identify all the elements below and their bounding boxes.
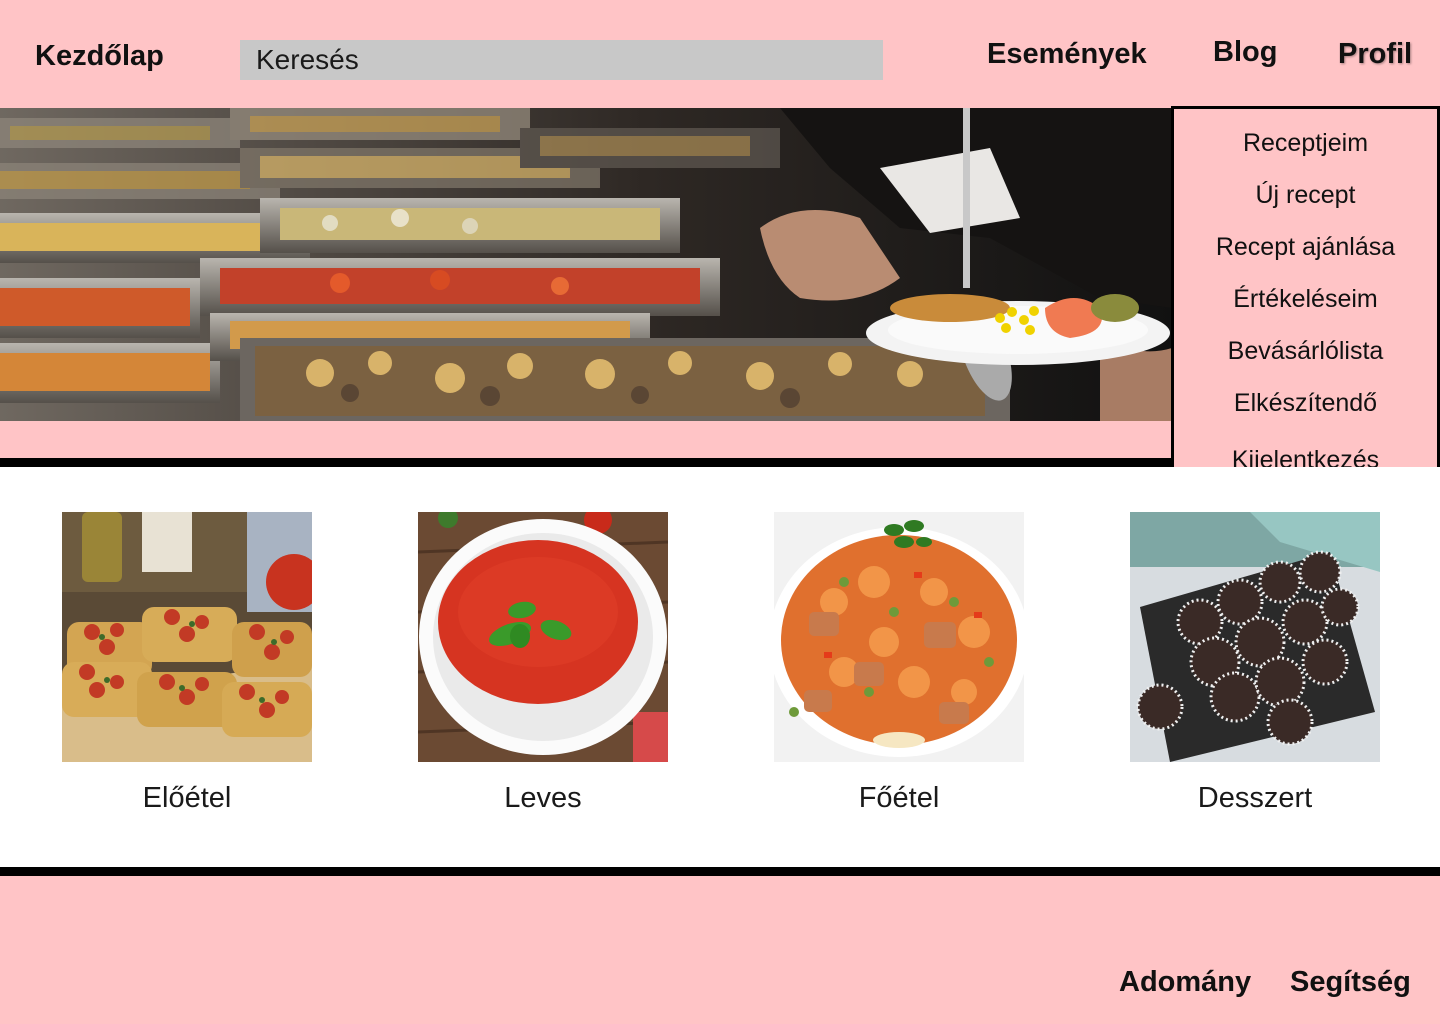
menu-item-new-recipe[interactable]: Új recept <box>1174 181 1437 210</box>
bruschetta-photo <box>62 512 312 762</box>
search-input[interactable] <box>240 40 883 80</box>
category-label-soup[interactable]: Leves <box>378 782 708 815</box>
section-divider <box>0 867 1440 876</box>
menu-item-my-ratings[interactable]: Értékeléseim <box>1174 285 1437 314</box>
menu-item-recommend-recipe[interactable]: Recept ajánlása <box>1174 233 1437 262</box>
buffet-serving-photo <box>0 108 1172 421</box>
coconut-balls-photo <box>1130 512 1380 762</box>
home-link[interactable]: Kezdőlap <box>35 40 164 73</box>
nav-events-link[interactable]: Események <box>987 38 1147 71</box>
footer-donate-link[interactable]: Adomány <box>1119 966 1251 999</box>
category-card-dessert[interactable]: Desszert <box>1130 512 1380 814</box>
footer: Adomány Segítség <box>0 876 1440 1024</box>
category-label-dessert[interactable]: Desszert <box>1090 782 1420 815</box>
profile-dropdown-menu: Receptjeim Új recept Recept ajánlása Ért… <box>1171 106 1440 485</box>
rice-pilaf-photo <box>774 512 1024 762</box>
top-navigation-bar: Kezdőlap Események Blog Profil <box>0 0 1440 108</box>
footer-help-link[interactable]: Segítség <box>1290 966 1411 999</box>
menu-item-to-cook[interactable]: Elkészítendő <box>1174 389 1437 418</box>
menu-item-shopping-list[interactable]: Bevásárlólista <box>1174 337 1437 366</box>
nav-blog-link[interactable]: Blog <box>1213 36 1277 69</box>
category-card-appetizer[interactable]: Előétel <box>62 512 312 814</box>
category-label-appetizer[interactable]: Előétel <box>22 782 352 815</box>
search-bar[interactable] <box>240 40 883 80</box>
menu-item-my-recipes[interactable]: Receptjeim <box>1174 129 1437 158</box>
category-label-main-course[interactable]: Főétel <box>734 782 1064 815</box>
category-card-soup[interactable]: Leves <box>418 512 668 814</box>
hero-banner-image <box>0 108 1172 421</box>
section-divider <box>0 458 1172 467</box>
category-card-main-course[interactable]: Főétel <box>774 512 1024 814</box>
recipe-categories-section: Előétel Leves Főétel Desszert <box>0 467 1440 867</box>
nav-profile-link[interactable]: Profil <box>1338 38 1412 71</box>
tomato-soup-photo <box>418 512 668 762</box>
